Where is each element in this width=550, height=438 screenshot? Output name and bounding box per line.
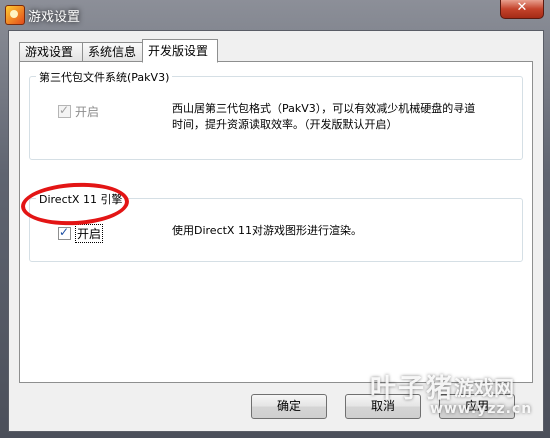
close-icon: ✕ (516, 0, 528, 15)
dx11-description: 使用DirectX 11对游戏图形进行渲染。 (172, 224, 362, 237)
close-button[interactable]: ✕ (500, 0, 544, 19)
tab-label: 游戏设置 (25, 45, 74, 59)
app-icon (5, 5, 25, 25)
watermark-main: 叶子猪 (370, 374, 455, 404)
tab-label: 系统信息 (88, 45, 137, 59)
tab-game-settings[interactable]: 游戏设置 (19, 42, 83, 61)
watermark-sub: 游戏网 (454, 376, 514, 400)
tab-system-info[interactable]: 系统信息 (82, 42, 146, 61)
window-title: 游戏设置 (28, 10, 81, 25)
title-bar[interactable]: 游戏设置 ✕ (0, 0, 550, 30)
tab-dev-settings[interactable]: 开发版设置 (142, 39, 218, 63)
pakv3-enable-checkbox[interactable]: 开启 (58, 103, 99, 120)
checkbox-box[interactable] (58, 103, 71, 118)
pakv3-description-line2: 时间，提升资源读取效率。（开发版默认开启） (172, 118, 398, 131)
checkbox-label: 开启 (75, 224, 104, 243)
watermark-url: www.yzz.cn (430, 401, 533, 417)
dx11-enable-checkbox[interactable]: 开启 (58, 224, 104, 243)
checkbox-box[interactable] (58, 225, 71, 240)
checkbox-label: 开启 (75, 105, 100, 119)
ok-button-label: 确定 (276, 399, 301, 413)
ok-button[interactable]: 确定 (251, 394, 327, 419)
group-pakv3: 第三代包文件系统(PakV3) 开启 西山居第三代包格式（PakV3），可以有效… (29, 69, 523, 160)
pakv3-description-line1: 西山居第三代包格式（PakV3），可以有效减少机械硬盘的寻道 (172, 102, 476, 115)
tab-label: 开发版设置 (148, 44, 209, 58)
watermark: 叶子猪 游戏网 www.yzz.cn (370, 368, 545, 428)
window-frame: 游戏设置 ✕ 游戏设置 系统信息 开发版设置 第三代包文件系统(PakV3) 开… (0, 0, 550, 438)
group-title-pakv3: 第三代包文件系统(PakV3) (36, 69, 173, 85)
pakv3-description: 西山居第三代包格式（PakV3），可以有效减少机械硬盘的寻道 时间，提升资源读取… (172, 101, 475, 133)
